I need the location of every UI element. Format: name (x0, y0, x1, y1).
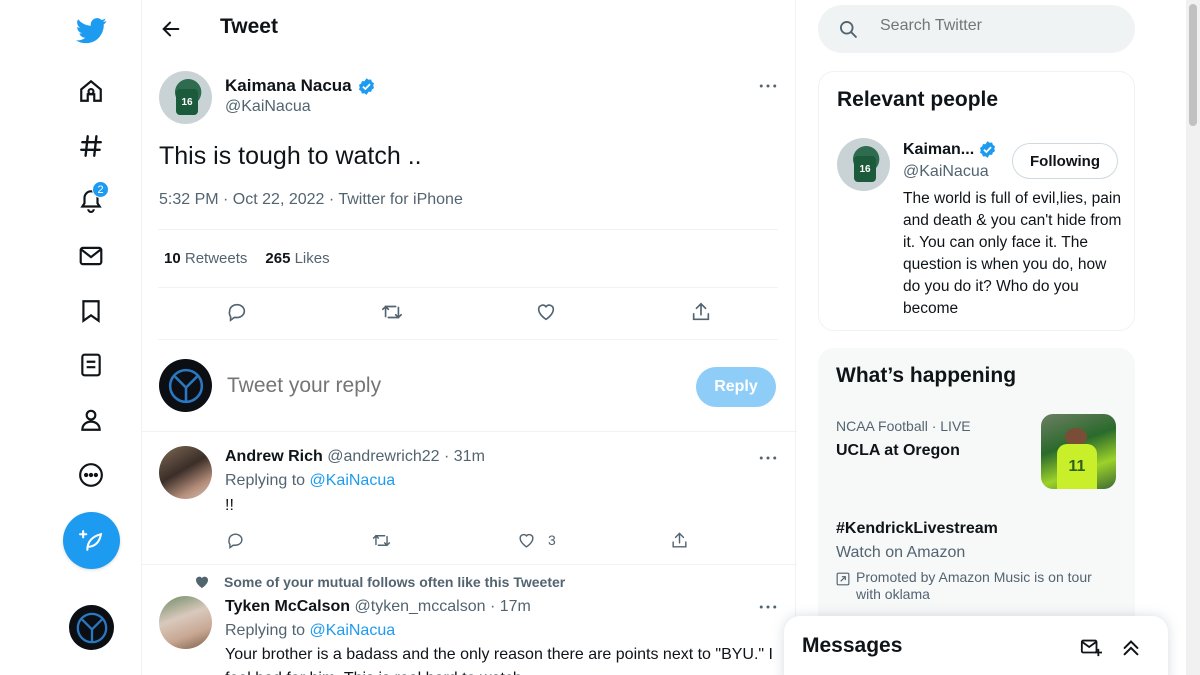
like-icon[interactable] (511, 525, 541, 555)
promoted-text: Promoted by Amazon Music is on tour with… (856, 569, 1092, 602)
search-input[interactable] (880, 17, 1120, 35)
like-icon[interactable] (531, 297, 561, 327)
new-message-icon[interactable] (1078, 634, 1104, 660)
relevant-person-name-text: Kaiman... (903, 140, 975, 158)
verified-icon (980, 141, 996, 158)
retweets-stat[interactable]: 10 Retweets (164, 250, 247, 267)
retweets-label: Retweets (184, 250, 248, 267)
reply-handle-time[interactable]: @tyken_mccalson · 17m (355, 598, 531, 615)
relevant-person-handle[interactable]: @KaiNacua (903, 163, 989, 181)
mail-icon[interactable] (68, 233, 114, 279)
tweet-stats: 10 Retweets 265 Likes (164, 250, 330, 267)
my-avatar (159, 359, 212, 412)
more-dots-icon[interactable] (756, 597, 780, 617)
explore-hash-icon[interactable] (68, 123, 114, 169)
heart-filled-icon (196, 576, 208, 588)
promoted-label: Promoted by Amazon Music is on tour with… (836, 569, 1116, 603)
share-icon[interactable] (686, 297, 716, 327)
trend-subtitle: Watch on Amazon (836, 544, 966, 561)
author-handle[interactable]: @KaiNacua (225, 98, 311, 116)
trend-image: 11 (1041, 414, 1116, 489)
reply-input[interactable] (227, 374, 677, 398)
chevron-double-up-icon[interactable] (1118, 634, 1144, 660)
retweet-icon[interactable] (377, 297, 407, 327)
trend-title[interactable]: UCLA at Oregon (836, 442, 960, 460)
likes-stat[interactable]: 265 Likes (265, 250, 329, 267)
author-avatar[interactable]: 16 (159, 71, 212, 124)
more-dots-icon[interactable] (756, 448, 780, 468)
replying-to-link[interactable]: @KaiNacua (310, 472, 396, 489)
avatar-jersey-number: 16 (854, 156, 876, 182)
retweets-count: 10 (164, 250, 181, 267)
reply-icon[interactable] (222, 297, 252, 327)
divider (142, 564, 797, 565)
tweet-timestamp[interactable]: 5:32 PM · Oct 22, 2022 · Twitter for iPh… (159, 191, 463, 209)
page-title: Tweet (220, 15, 278, 38)
relevant-person-bio: The world is full of evil,lies, pain and… (903, 190, 1122, 317)
replying-prefix: Replying to (225, 472, 306, 489)
author-name-text: Kaimana Nacua (225, 76, 352, 95)
like-count: 3 (548, 532, 556, 548)
home-icon[interactable] (68, 68, 114, 114)
relevant-person-avatar[interactable]: 16 (837, 138, 890, 191)
reply-header: Andrew Rich @andrewrich22 · 31m (225, 448, 485, 466)
reply-avatar[interactable] (159, 596, 212, 649)
reply-avatar[interactable] (159, 446, 212, 499)
social-context-text: Some of your mutual follows often like t… (224, 574, 566, 590)
trend-title[interactable]: #KendrickLivestream (836, 520, 998, 538)
social-context: Some of your mutual follows often like t… (194, 574, 565, 590)
reply-header: Tyken McCalson @tyken_mccalson · 17m (225, 598, 531, 616)
account-avatar[interactable] (69, 605, 114, 650)
share-icon[interactable] (664, 525, 694, 555)
compose-icon (79, 530, 103, 551)
reply-icon[interactable] (220, 525, 250, 555)
likes-count: 265 (265, 250, 291, 267)
messages-title: Messages (802, 634, 903, 657)
twitter-logo-icon[interactable] (68, 7, 114, 53)
scrollbar[interactable] (1186, 0, 1200, 675)
tweet-text: This is tough to watch .. (159, 142, 422, 170)
relevant-people-card: Relevant people 16 Kaiman... @KaiNacua F… (818, 71, 1135, 331)
divider (158, 229, 778, 230)
relevant-person-name[interactable]: Kaiman... (903, 140, 997, 159)
replying-prefix: Replying to (225, 622, 306, 639)
trend-category: NCAA Football · LIVE (836, 418, 971, 434)
messages-drawer[interactable]: Messages (784, 616, 1168, 675)
reply-button[interactable]: Reply (696, 367, 776, 407)
divider (158, 339, 778, 340)
replying-to: Replying to @KaiNacua (225, 622, 395, 640)
back-arrow-icon[interactable] (154, 12, 188, 46)
notification-badge: 2 (92, 181, 109, 198)
scrollbar-thumb[interactable] (1189, 4, 1197, 126)
verified-icon (358, 77, 374, 95)
compose-tweet-button[interactable] (63, 512, 120, 569)
divider (158, 287, 778, 288)
replying-to: Replying to @KaiNacua (225, 472, 395, 490)
more-dots-icon[interactable] (756, 76, 780, 96)
avatar-jersey-number: 16 (176, 89, 198, 115)
search-box[interactable] (818, 5, 1135, 53)
reply-text: !! (225, 497, 234, 514)
reply-author-name[interactable]: Tyken McCalson (225, 598, 350, 615)
reply-text: Your brother is a badass and the only re… (225, 646, 773, 675)
reply-author-name[interactable]: Andrew Rich (225, 448, 323, 465)
profile-icon[interactable] (68, 397, 114, 443)
bookmark-icon[interactable] (68, 288, 114, 334)
likes-label: Likes (294, 250, 330, 267)
main-column: Tweet 16 Kaimana Nacua @KaiNacua This is… (141, 0, 797, 675)
retweet-icon[interactable] (366, 525, 396, 555)
left-navigation: 2 (0, 0, 141, 675)
whats-happening-title: What’s happening (836, 364, 1017, 387)
lists-icon[interactable] (68, 342, 114, 388)
player-jersey: 11 (1057, 444, 1097, 489)
reply-handle-time[interactable]: @andrewrich22 · 31m (327, 448, 485, 465)
following-button[interactable]: Following (1012, 143, 1118, 179)
search-icon (840, 21, 857, 38)
more-circle-icon[interactable] (68, 452, 114, 498)
promoted-icon (836, 572, 850, 586)
replying-to-link[interactable]: @KaiNacua (310, 622, 396, 639)
divider (142, 431, 797, 432)
author-name[interactable]: Kaimana Nacua (225, 76, 376, 96)
relevant-people-title: Relevant people (837, 88, 999, 111)
